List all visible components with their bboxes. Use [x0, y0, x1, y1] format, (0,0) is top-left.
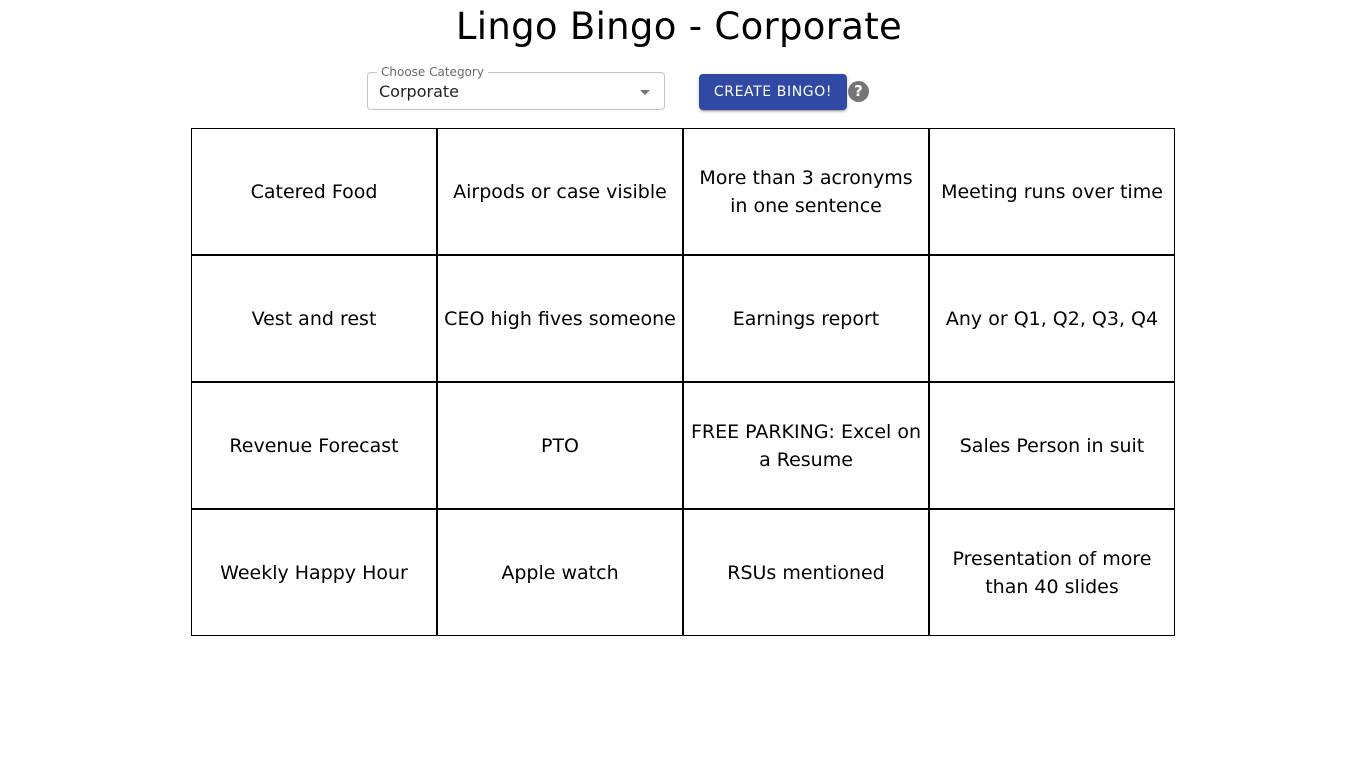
bingo-cell[interactable]: More than 3 acronyms in one sentence	[683, 128, 929, 255]
bingo-cell[interactable]: Catered Food	[191, 128, 437, 255]
bingo-cell[interactable]: Presentation of more than 40 slides	[929, 509, 1175, 636]
bingo-board: Catered Food Airpods or case visible Mor…	[191, 128, 1175, 636]
category-select-label: Choose Category	[377, 65, 488, 79]
bingo-cell[interactable]: Airpods or case visible	[437, 128, 683, 255]
bingo-cell[interactable]: Weekly Happy Hour	[191, 509, 437, 636]
bingo-cell[interactable]: Revenue Forecast	[191, 382, 437, 509]
bingo-cell[interactable]: Meeting runs over time	[929, 128, 1175, 255]
bingo-cell[interactable]: Sales Person in suit	[929, 382, 1175, 509]
create-bingo-button[interactable]: CREATE BINGO!	[699, 74, 847, 110]
page-title: Lingo Bingo - Corporate	[455, 5, 903, 48]
bingo-cell[interactable]: Earnings report	[683, 255, 929, 382]
bingo-cell[interactable]: RSUs mentioned	[683, 509, 929, 636]
bingo-cell[interactable]: Vest and rest	[191, 255, 437, 382]
bingo-cell[interactable]: Apple watch	[437, 509, 683, 636]
bingo-cell[interactable]: PTO	[437, 382, 683, 509]
bingo-cell[interactable]: CEO high fives someone	[437, 255, 683, 382]
dropdown-arrow-icon[interactable]	[640, 90, 650, 95]
controls-bar: Choose Category Corporate CREATE BINGO! …	[0, 62, 1366, 116]
bingo-cell-free-parking[interactable]: FREE PARKING: Excel on a Resume	[683, 382, 929, 509]
help-icon[interactable]: ?	[848, 81, 869, 102]
category-select-value: Corporate	[379, 82, 459, 101]
bingo-cell[interactable]: Any or Q1, Q2, Q3, Q4	[929, 255, 1175, 382]
category-select[interactable]: Choose Category Corporate	[367, 65, 665, 110]
